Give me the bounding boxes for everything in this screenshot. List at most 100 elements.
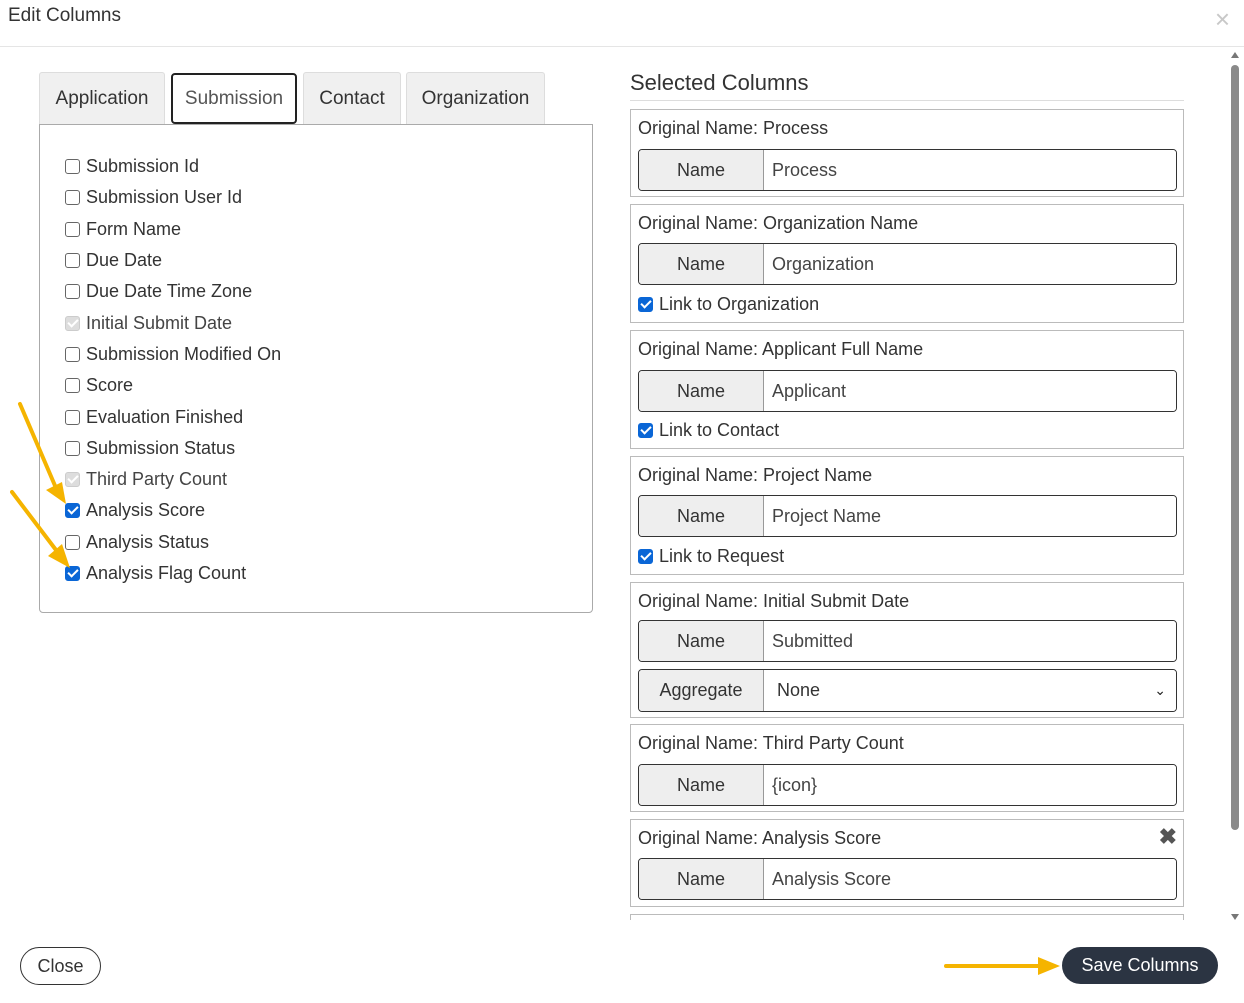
field-checkbox[interactable] bbox=[65, 284, 80, 300]
column-card: Original Name: Third Party Count Name bbox=[630, 724, 1184, 812]
aggregate-group: Aggregate None ⌄ bbox=[638, 669, 1177, 712]
column-name-input[interactable] bbox=[764, 150, 1176, 190]
field-label: Analysis Status bbox=[86, 531, 210, 552]
field-item[interactable]: Submission Status bbox=[65, 433, 281, 464]
field-item[interactable]: Submission User Id bbox=[65, 182, 281, 213]
field-label: Initial Submit Date bbox=[86, 312, 233, 333]
edit-columns-modal: Edit Columns × Application Submission Co… bbox=[0, 0, 1244, 1003]
field-checkbox[interactable] bbox=[65, 190, 80, 206]
scroll-down-arrow-icon[interactable] bbox=[1231, 914, 1239, 920]
save-columns-button[interactable]: Save Columns bbox=[1062, 947, 1218, 984]
column-card: Original Name: Applicant Full Name Name … bbox=[630, 330, 1184, 449]
modal-header: Edit Columns × bbox=[0, 0, 1244, 47]
link-checkbox-row[interactable]: Link to Organization bbox=[638, 294, 819, 315]
name-input-group: Name bbox=[638, 764, 1177, 806]
field-item[interactable]: Due Date bbox=[65, 245, 281, 276]
field-checkbox[interactable] bbox=[65, 253, 80, 269]
field-label: Submission Id bbox=[86, 156, 200, 177]
column-name-input[interactable] bbox=[764, 244, 1176, 284]
field-item[interactable]: Due Date Time Zone bbox=[65, 276, 281, 307]
field-checkbox[interactable] bbox=[65, 159, 80, 175]
annotation-arrows bbox=[10, 402, 70, 568]
submission-fields-panel: Submission Id Submission User Id Form Name… bbox=[39, 124, 593, 613]
column-name-input[interactable] bbox=[764, 371, 1176, 411]
field-item: Initial Submit Date bbox=[65, 307, 281, 338]
close-icon[interactable]: × bbox=[1215, 6, 1230, 32]
column-name-input[interactable] bbox=[764, 765, 1176, 805]
name-input-group: Name bbox=[638, 495, 1177, 537]
modal-title: Edit Columns bbox=[8, 5, 121, 26]
field-checkbox[interactable] bbox=[65, 378, 80, 394]
link-checkbox[interactable] bbox=[638, 549, 653, 564]
name-addon: Name bbox=[639, 621, 764, 661]
selected-columns-list: Original Name: Process Name Original Nam… bbox=[630, 108, 1185, 920]
link-label: Link to Organization bbox=[659, 294, 820, 314]
field-item[interactable]: Analysis Score bbox=[65, 495, 281, 526]
original-name: Original Name: Project Name bbox=[638, 465, 873, 485]
link-label: Link to Contact bbox=[659, 420, 780, 440]
field-item[interactable]: Analysis Status bbox=[65, 527, 281, 558]
field-checkbox[interactable] bbox=[65, 346, 80, 362]
name-input-group: Name bbox=[638, 620, 1177, 662]
aggregate-addon: Aggregate bbox=[639, 670, 764, 711]
field-label: Evaluation Finished bbox=[86, 406, 244, 427]
tab-submission[interactable]: Submission bbox=[171, 73, 297, 124]
column-name-input[interactable] bbox=[764, 621, 1176, 661]
column-card: Original Name: Process Name bbox=[630, 109, 1184, 197]
column-card: Original Name: Organization Name Name Li… bbox=[630, 204, 1184, 323]
original-name: Original Name: Process bbox=[638, 118, 829, 138]
field-item[interactable]: Form Name bbox=[65, 214, 281, 245]
name-addon: Name bbox=[639, 150, 764, 190]
name-input-group: Name bbox=[638, 149, 1177, 191]
name-addon: Name bbox=[639, 859, 764, 899]
close-button[interactable]: Close bbox=[20, 947, 101, 985]
link-checkbox[interactable] bbox=[638, 297, 653, 312]
column-name-input[interactable] bbox=[764, 496, 1176, 536]
column-name-input[interactable] bbox=[764, 859, 1176, 899]
column-card: Original Name: Project Name Name Link to… bbox=[630, 456, 1184, 575]
field-checkbox[interactable] bbox=[65, 221, 80, 237]
tab-contact[interactable]: Contact bbox=[303, 72, 401, 125]
field-label: Form Name bbox=[86, 218, 182, 239]
field-item[interactable]: Submission Id bbox=[65, 151, 281, 182]
field-label: Third Party Count bbox=[86, 469, 228, 490]
field-list: Submission Id Submission User Id Form Name… bbox=[65, 151, 281, 589]
name-addon: Name bbox=[639, 765, 764, 805]
field-item[interactable]: Score bbox=[65, 370, 281, 401]
original-name: Original Name: Applicant Full Name bbox=[638, 339, 924, 359]
original-name: Original Name: Organization Name bbox=[638, 213, 919, 233]
field-item[interactable]: Analysis Flag Count bbox=[65, 558, 281, 589]
remove-column-icon[interactable]: ✖ bbox=[1159, 826, 1177, 848]
tab-organization[interactable]: Organization bbox=[406, 72, 545, 125]
name-input-group: Name bbox=[638, 858, 1177, 900]
original-name: Original Name: Analysis Score bbox=[638, 828, 882, 848]
column-card bbox=[630, 914, 1184, 920]
link-checkbox[interactable] bbox=[638, 423, 653, 438]
scroll-thumb[interactable] bbox=[1231, 65, 1239, 830]
original-name: Original Name: Initial Submit Date bbox=[638, 591, 910, 611]
field-label: Analysis Score bbox=[86, 500, 206, 521]
link-checkbox-row[interactable]: Link to Contact bbox=[638, 420, 779, 441]
selected-columns-title: Selected Columns bbox=[630, 70, 1184, 101]
aggregate-select[interactable]: None ⌄ bbox=[764, 670, 1176, 711]
scroll-up-arrow-icon[interactable] bbox=[1231, 52, 1239, 58]
name-addon: Name bbox=[639, 244, 764, 284]
original-name: Original Name: Third Party Count bbox=[638, 733, 904, 753]
name-addon: Name bbox=[639, 371, 764, 411]
name-input-group: Name bbox=[638, 243, 1177, 285]
tab-application[interactable]: Application bbox=[39, 72, 165, 125]
field-item[interactable]: Submission Modified On bbox=[65, 339, 281, 370]
field-label: Submission User Id bbox=[86, 187, 243, 208]
scrollbar[interactable] bbox=[1229, 50, 1241, 922]
save-arrow bbox=[944, 957, 1060, 975]
field-item[interactable]: Evaluation Finished bbox=[65, 401, 281, 432]
field-label: Due Date Time Zone bbox=[86, 281, 253, 302]
chevron-down-icon: ⌄ bbox=[1154, 682, 1166, 698]
field-label: Analysis Flag Count bbox=[86, 563, 247, 583]
field-label: Score bbox=[86, 375, 134, 396]
column-card: Original Name: Initial Submit Date Name … bbox=[630, 582, 1184, 718]
field-item: Third Party Count bbox=[65, 464, 281, 495]
column-card: Original Name: Analysis Score ✖ Name bbox=[630, 819, 1184, 907]
field-label: Submission Modified On bbox=[86, 343, 282, 364]
link-checkbox-row[interactable]: Link to Request bbox=[638, 546, 784, 567]
